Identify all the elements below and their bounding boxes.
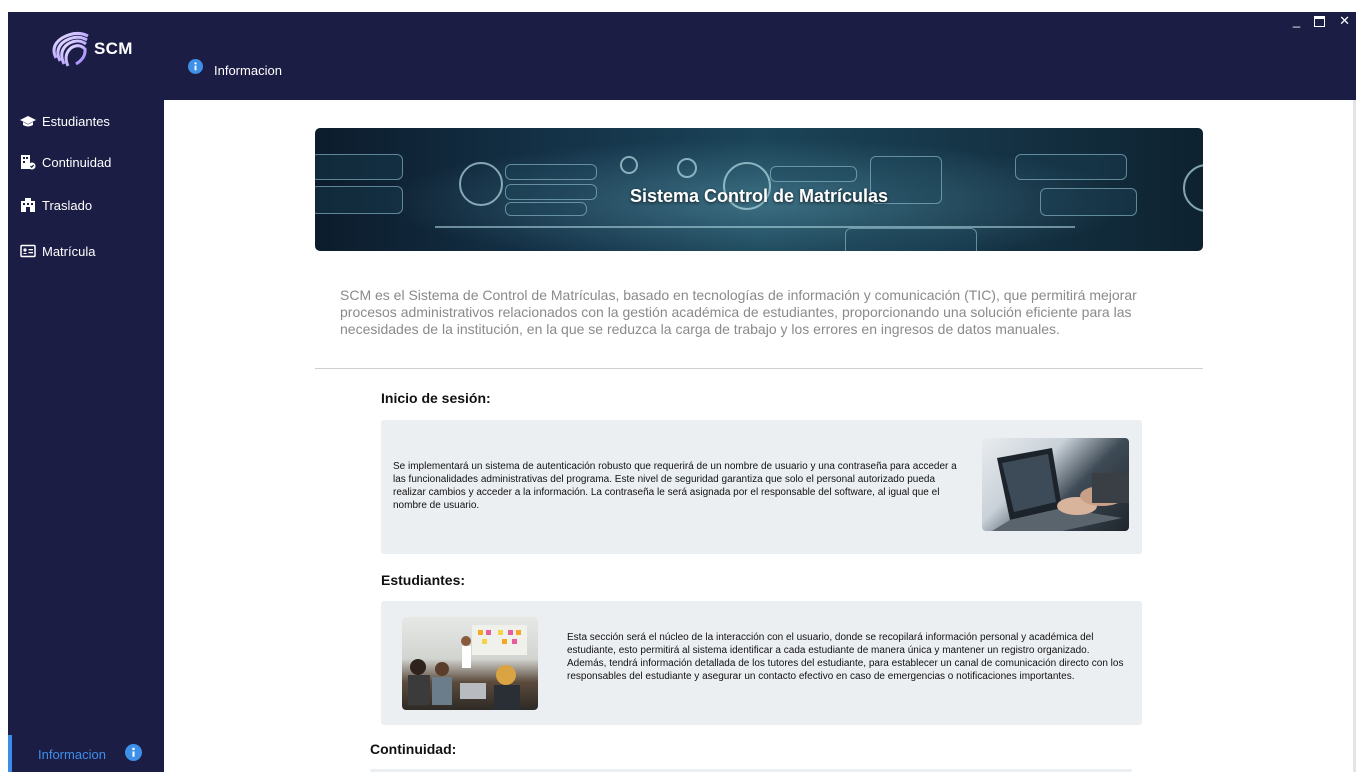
hero-banner: Sistema Control de Matrículas <box>315 128 1203 251</box>
sidebar-item-label: Traslado <box>42 197 93 213</box>
graduation-cap-icon <box>20 113 36 129</box>
estudiantes-section-panel: Esta sección será el núcleo de la intera… <box>381 601 1142 725</box>
sidebar-item-matricula[interactable]: Matrícula <box>20 243 95 259</box>
section-divider <box>315 368 1203 369</box>
banner-title: Sistema Control de Matrículas <box>629 186 889 206</box>
app-logo: SCM <box>46 28 133 70</box>
minimize-button[interactable]: _ <box>1293 14 1300 28</box>
sidebar: SCM Estudiantes Continuidad Traslado Mat… <box>8 12 164 772</box>
id-card-icon <box>20 243 36 259</box>
estudiantes-section-text: Esta sección será el núcleo de la intera… <box>567 632 1124 682</box>
section-title-continuidad: Continuidad: <box>370 741 457 757</box>
sidebar-item-continuidad[interactable]: Continuidad <box>20 154 111 170</box>
intro-paragraph: SCM es el Sistema de Control de Matrícul… <box>340 287 1137 337</box>
window-top-strip <box>0 0 1356 12</box>
sidebar-item-label: Informacion <box>38 747 106 762</box>
sidebar-item-traslado[interactable]: Traslado <box>20 197 92 213</box>
login-section-text: Se implementará un sistema de autenticac… <box>393 461 957 511</box>
sidebar-item-label: Continuidad <box>42 154 112 170</box>
active-indicator <box>8 735 12 772</box>
team-meeting-image <box>402 617 538 710</box>
laptop-typing-image <box>982 438 1129 531</box>
window-controls: _ ✕ <box>1293 14 1350 28</box>
sidebar-item-informacion[interactable]: Informacion <box>8 735 164 772</box>
building-check-icon <box>20 154 36 170</box>
login-section-panel: Se implementará un sistema de autenticac… <box>381 420 1142 554</box>
scm-logo-icon <box>52 31 89 67</box>
sidebar-item-label: Estudiantes <box>42 113 110 129</box>
sidebar-item-label: Matrícula <box>42 243 96 259</box>
sidebar-item-estudiantes[interactable]: Estudiantes <box>20 113 110 129</box>
close-button[interactable]: ✕ <box>1339 14 1350 28</box>
page-title: Informacion <box>214 63 282 78</box>
building-transfer-icon <box>20 197 36 213</box>
app-name: SCM <box>94 39 133 58</box>
header-bar: Informacion _ ✕ <box>164 12 1356 100</box>
info-icon <box>125 744 142 761</box>
maximize-button[interactable] <box>1314 16 1326 27</box>
info-icon <box>188 59 203 74</box>
section-title-estudiantes: Estudiantes: <box>381 572 466 588</box>
section-title-login: Inicio de sesión: <box>381 390 491 406</box>
